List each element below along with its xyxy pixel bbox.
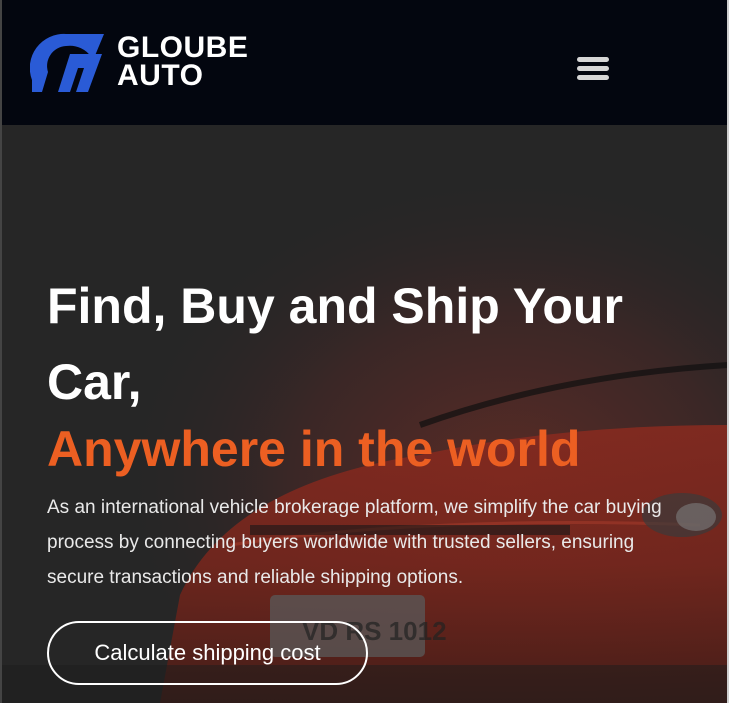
brand-line-2: AUTO [117, 59, 204, 92]
logo-link[interactable]: GLOUBE AUTO [30, 28, 270, 100]
left-border [0, 0, 2, 703]
calculate-shipping-button[interactable]: Calculate shipping cost [47, 621, 368, 685]
site-header: GLOUBE AUTO [0, 0, 728, 125]
menu-button[interactable] [570, 50, 616, 88]
brand-name: GLOUBE AUTO [117, 31, 249, 92]
scrollbar-edge [727, 0, 729, 703]
brand-line-1: GLOUBE [117, 31, 249, 64]
hero-title: Find, Buy and Ship Your Car, [47, 278, 623, 410]
gloube-logo-mark-icon [30, 33, 104, 92]
hero-description: As an international vehicle brokerage pl… [47, 497, 662, 588]
page: GLOUBE AUTO VD RS 1012 Find, Buy and Shi… [0, 0, 728, 703]
hero-accent-title: Anywhere in the world [47, 421, 581, 477]
hero-section: VD RS 1012 Find, Buy and Ship Your Car, … [0, 125, 728, 703]
